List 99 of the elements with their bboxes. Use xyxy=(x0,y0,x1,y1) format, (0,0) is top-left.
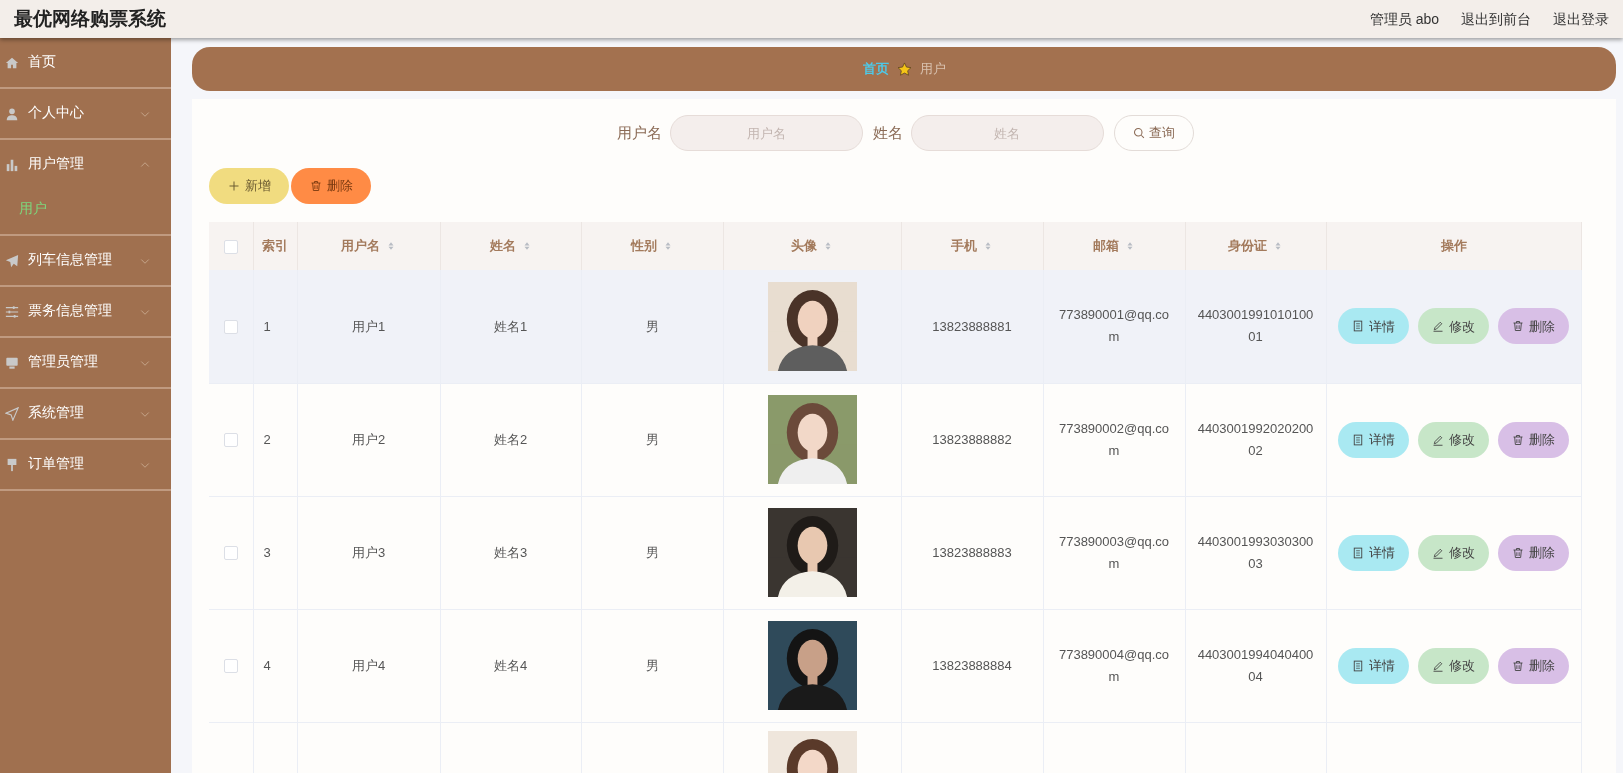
table-cell: 男 xyxy=(645,657,659,673)
sliders-icon xyxy=(5,304,19,319)
table-cell: 440300199404040004 xyxy=(1197,646,1314,684)
table-cell: 用户3 xyxy=(351,544,386,560)
table-cell: 773890003@qq.com xyxy=(1058,533,1170,571)
sidebar-item[interactable]: 列车信息管理 xyxy=(0,236,171,285)
table-cell: 2 xyxy=(263,431,271,447)
table-cell: 男 xyxy=(645,544,659,560)
details-button[interactable]: 详情 xyxy=(1338,647,1410,684)
header-link[interactable]: 管理员 abo xyxy=(1369,8,1439,30)
delete-button[interactable]: 删除 xyxy=(291,168,371,204)
table-cell: 773890001@qq.com xyxy=(1058,307,1170,345)
table-cell: 用户2 xyxy=(351,431,386,447)
field-label: 姓名 xyxy=(872,122,903,143)
table-cell: 姓名1 xyxy=(493,318,528,334)
table-cell: 773890004@qq.com xyxy=(1058,646,1170,684)
table-cell: 440300199101010001 xyxy=(1197,307,1314,345)
column-header: 索引 xyxy=(261,237,288,256)
column-header[interactable]: 姓名 xyxy=(489,236,516,256)
sidebar-item[interactable]: 系统管理 xyxy=(0,389,171,438)
pencil-icon xyxy=(1432,320,1445,333)
column-header[interactable]: 性别 xyxy=(631,236,657,256)
table-cell: 440300199202020002 xyxy=(1197,420,1314,458)
column-header[interactable]: 手机 xyxy=(951,236,977,256)
table-cell: 13823888882 xyxy=(932,431,1012,447)
search-icon xyxy=(1132,127,1145,139)
trash-icon xyxy=(1512,320,1525,333)
table-cell: 姓名2 xyxy=(493,431,528,447)
pin-icon xyxy=(5,457,19,472)
checkbox[interactable] xyxy=(223,546,238,561)
delete-button[interactable]: 删除 xyxy=(1498,534,1570,571)
paper-plane-icon xyxy=(5,253,19,268)
star-icon xyxy=(896,61,912,77)
document-icon xyxy=(1352,659,1365,672)
send-icon xyxy=(5,406,19,421)
column-header[interactable]: 头像 xyxy=(791,236,817,256)
column-header: 操作 xyxy=(1440,237,1467,256)
header-link[interactable]: 退出到前台 xyxy=(1461,8,1531,30)
bar-chart-icon xyxy=(5,157,19,172)
plus-icon xyxy=(227,180,240,192)
table-cell: 13823888883 xyxy=(932,544,1012,560)
checkbox[interactable] xyxy=(223,433,238,448)
pencil-icon xyxy=(1432,433,1445,446)
search-button[interactable]: 查询 xyxy=(1113,115,1194,151)
table-cell: 13823888884 xyxy=(932,657,1012,673)
monitor-icon xyxy=(5,355,19,370)
table-cell: 773890002@qq.com xyxy=(1058,420,1170,458)
submenu-item[interactable]: 用户 xyxy=(0,189,171,234)
edit-button[interactable]: 修改 xyxy=(1418,647,1490,684)
header-link[interactable]: 退出登录 xyxy=(1553,8,1609,30)
details-button[interactable]: 详情 xyxy=(1338,421,1410,458)
checkbox[interactable] xyxy=(223,239,238,254)
table-cell: 男 xyxy=(645,318,659,334)
pencil-icon xyxy=(1432,546,1445,559)
search-field[interactable]: 用户名 xyxy=(669,115,863,151)
document-icon xyxy=(1352,320,1365,333)
sidebar-item[interactable]: 首页 xyxy=(0,38,171,87)
document-icon xyxy=(1352,433,1365,446)
table-cell: 13823888881 xyxy=(932,318,1012,334)
table-cell: 440300199303030003 xyxy=(1197,533,1314,571)
pencil-icon xyxy=(1432,659,1445,672)
house-icon xyxy=(5,55,19,70)
sidebar-item[interactable]: 管理员管理 xyxy=(0,338,171,387)
person-icon xyxy=(5,106,19,121)
add-button[interactable]: 新增 xyxy=(209,168,289,204)
table-cell: 1 xyxy=(263,318,271,334)
checkbox[interactable] xyxy=(223,659,238,674)
table-cell: 用户4 xyxy=(351,657,386,673)
breadcrumb-item[interactable]: 首页 xyxy=(862,59,889,79)
table-cell: 姓名3 xyxy=(493,544,528,560)
table-cell: 男 xyxy=(645,431,659,447)
edit-button[interactable]: 修改 xyxy=(1418,308,1490,345)
delete-button[interactable]: 删除 xyxy=(1498,421,1570,458)
sidebar-item[interactable]: 票务信息管理 xyxy=(0,287,171,336)
trash-icon xyxy=(1512,546,1525,559)
sidebar-item[interactable]: 个人中心 xyxy=(0,89,171,138)
checkbox[interactable] xyxy=(223,320,238,335)
details-button[interactable]: 详情 xyxy=(1338,308,1410,345)
app-title: 最优网络购票系统 xyxy=(14,6,166,31)
details-button[interactable]: 详情 xyxy=(1338,534,1410,571)
sidebar-item[interactable]: 用户管理 xyxy=(0,140,171,189)
trash-icon xyxy=(1512,433,1525,446)
sidebar-item[interactable]: 订单管理 xyxy=(0,440,171,489)
trash-icon xyxy=(1512,659,1525,672)
table-cell: 姓名4 xyxy=(493,657,528,673)
delete-button[interactable]: 删除 xyxy=(1498,647,1570,684)
column-header[interactable]: 用户名 xyxy=(341,236,380,256)
table-cell: 用户1 xyxy=(351,318,386,334)
column-header[interactable]: 邮箱 xyxy=(1093,236,1119,256)
table-cell: 3 xyxy=(263,544,271,560)
trash-icon xyxy=(309,180,322,192)
column-header[interactable]: 身份证 xyxy=(1228,236,1267,256)
edit-button[interactable]: 修改 xyxy=(1418,421,1490,458)
breadcrumb-item: 用户 xyxy=(919,60,946,79)
table-cell: 4 xyxy=(263,657,271,673)
delete-button[interactable]: 删除 xyxy=(1498,308,1570,345)
document-icon xyxy=(1352,546,1365,559)
edit-button[interactable]: 修改 xyxy=(1418,534,1490,571)
field-label: 用户名 xyxy=(616,122,662,143)
